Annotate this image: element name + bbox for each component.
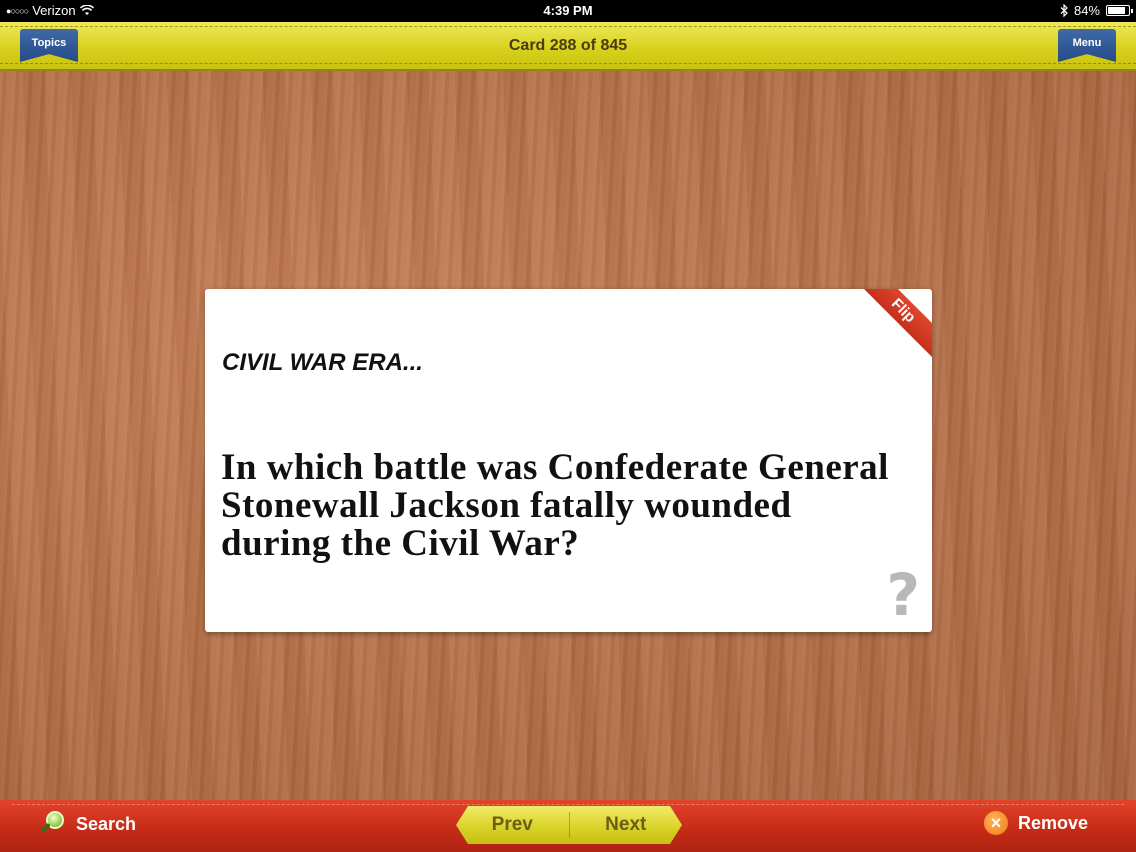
search-button[interactable]: Search (40, 811, 136, 837)
bottom-stitching (0, 63, 1136, 64)
status-right: 84% (1060, 3, 1133, 18)
status-bar: ●○○○○ Verizon 4:39 PM 84% (0, 0, 1136, 22)
remove-icon: × (983, 811, 1008, 835)
card-counter: Card 288 of 845 (508, 37, 628, 54)
top-bar: Topics Card 288 of 845 Menu (0, 22, 1136, 71)
flip-ribbon-button[interactable]: Flip (855, 289, 932, 359)
next-button[interactable]: Next (570, 806, 683, 844)
question-mark-icon[interactable]: ? (886, 566, 920, 624)
flash-card[interactable]: Flip CIVIL WAR ERA... In which battle wa… (205, 289, 932, 632)
bottom-bar-stitching (12, 804, 1124, 805)
card-category: CIVIL WAR ERA... (222, 349, 423, 376)
remove-label: Remove (1017, 812, 1088, 833)
prev-button[interactable]: Prev (456, 806, 569, 844)
top-stitching (0, 26, 1136, 27)
status-time: 4:39 PM (543, 3, 593, 18)
prev-next-control: Prev Next (456, 806, 682, 844)
battery-icon (1106, 5, 1133, 16)
remove-button[interactable]: × Remove (983, 811, 1088, 835)
battery-fill (1108, 7, 1125, 14)
card-question: In which battle was Confederate General … (221, 447, 889, 564)
bluetooth-icon (1060, 4, 1068, 17)
search-label: Search (76, 813, 137, 834)
menu-button[interactable]: Menu (1058, 29, 1116, 62)
magnifier-handle (40, 822, 51, 834)
bottom-bar: Search Prev Next × Remove (0, 800, 1136, 852)
magnifier-icon (40, 811, 66, 837)
battery-percent: 84% (1073, 3, 1100, 18)
